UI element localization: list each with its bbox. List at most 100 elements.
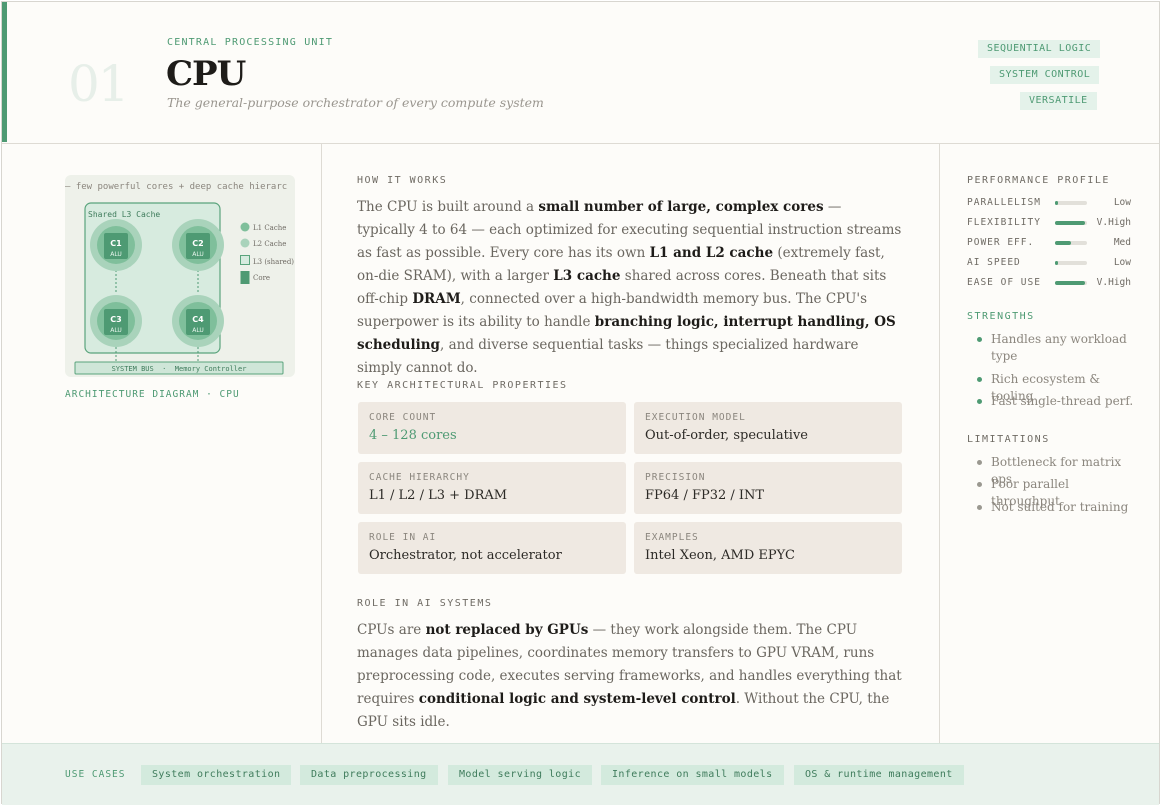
property-key: CORE COUNT [369, 412, 437, 423]
legend-l2-swatch [240, 238, 250, 248]
perf-track [1055, 201, 1087, 205]
properties-heading: KEY ARCHITECTURAL PROPERTIES [357, 380, 568, 391]
perf-track [1055, 261, 1087, 265]
core-name: C4 [192, 315, 204, 324]
property-value: Intel Xeon, AMD EPYC [645, 548, 795, 563]
tag-sequential-logic: SEQUENTIAL LOGIC [978, 40, 1101, 58]
perf-fill [1055, 261, 1058, 265]
legend-core-label: Core [253, 274, 270, 282]
property-value: L1 / L2 / L3 + DRAM [369, 488, 508, 503]
perf-fill [1055, 241, 1071, 245]
text-run-bold: small number of large, complex cores [538, 199, 824, 215]
property-key: EXECUTION MODEL [645, 412, 746, 423]
legend-l1-swatch [240, 222, 250, 232]
property-key: EXAMPLES [645, 532, 699, 543]
property-value: 4 – 128 cores [369, 428, 457, 443]
column-divider-left [321, 143, 322, 743]
accent-bar [2, 2, 7, 142]
property-key: CACHE HIERARCHY [369, 472, 470, 483]
l3-cache-label: Shared L3 Cache [88, 210, 160, 219]
legend-l3-swatch [240, 255, 250, 265]
use-cases-bar: USE CASES System orchestration Data prep… [2, 743, 1159, 805]
diagram-top-text: — few powerful cores + deep cache hierar… [65, 182, 287, 192]
performance-heading: PERFORMANCE PROFILE [967, 175, 1110, 186]
perf-row-flexibility: FLEXIBILITY V.High [967, 217, 1135, 231]
perf-level: Low [1113, 257, 1131, 268]
perf-level: V.High [1096, 217, 1131, 228]
page-title: CPU [166, 54, 246, 94]
core-c1: C1 ALU [90, 219, 142, 271]
perf-fill [1055, 281, 1086, 285]
limitation-text: Not suited for training [991, 500, 1129, 514]
bullet-icon [977, 460, 982, 465]
legend-l2-label: L2 Cache [253, 240, 286, 248]
perf-level: V.High [1096, 277, 1131, 288]
use-case-chip: Inference on small models [601, 765, 784, 785]
how-it-works-text: The CPU is built around a small number o… [357, 196, 902, 380]
text-run-bold: conditional logic and system-level contr… [418, 691, 736, 707]
bullet-icon [977, 377, 982, 382]
text-run-bold: not replaced by GPUs [425, 622, 589, 638]
core-c4: C4 ALU [172, 295, 224, 347]
text-run: CPUs are [357, 622, 426, 638]
page-eyebrow: CENTRAL PROCESSING UNIT [167, 37, 334, 48]
legend-l1-label: L1 Cache [253, 224, 286, 232]
bullet-icon [977, 482, 982, 487]
strength-item: Handles any workload type [977, 331, 1139, 365]
property-card: CORE COUNT 4 – 128 cores [358, 402, 626, 454]
use-case-chip: Model serving logic [448, 765, 592, 785]
perf-level: Med [1113, 237, 1131, 248]
property-value: Out-of-order, speculative [645, 428, 808, 443]
core-unit: ALU [192, 251, 204, 258]
perf-row-power-eff: POWER EFF. Med [967, 237, 1135, 251]
strength-text: Fast single-thread perf. [991, 394, 1134, 408]
core-c3: C3 ALU [90, 295, 142, 347]
perf-track [1055, 281, 1087, 285]
core-name: C2 [192, 239, 203, 248]
text-run-bold: L3 cache [553, 268, 621, 284]
role-text: CPUs are not replaced by GPUs — they wor… [357, 619, 902, 734]
limitation-item: Not suited for training [977, 499, 1139, 516]
perf-name: AI SPEED [967, 257, 1021, 268]
diagram-legend: L1 Cache L2 Cache L3 (shared) Core [240, 222, 294, 284]
bullet-icon [977, 337, 982, 342]
perf-row-ease-of-use: EASE OF USE V.High [967, 277, 1135, 291]
cpu-diagram-svg: — few powerful cores + deep cache hierar… [65, 182, 294, 375]
column-divider-right [939, 143, 940, 743]
property-card: ROLE IN AI Orchestrator, not accelerator [358, 522, 626, 574]
bullet-icon [977, 505, 982, 510]
section-number: 01 [68, 55, 130, 113]
text-run: The CPU is built around a [357, 199, 539, 215]
strength-text: Handles any workload type [991, 332, 1127, 363]
perf-level: Low [1113, 197, 1131, 208]
use-case-chip: System orchestration [141, 765, 292, 785]
text-run-bold: L1 and L2 cache [649, 245, 774, 261]
perf-fill [1055, 201, 1058, 205]
perf-name: PARALLELISM [967, 197, 1041, 208]
property-value: FP64 / FP32 / INT [645, 488, 765, 503]
use-case-chip: OS & runtime management [794, 765, 964, 785]
property-card: CACHE HIERARCHY L1 / L2 / L3 + DRAM [358, 462, 626, 514]
role-heading: ROLE IN AI SYSTEMS [357, 598, 493, 609]
legend-core-swatch [240, 271, 250, 284]
perf-track [1055, 221, 1087, 225]
use-case-chip: Data preprocessing [300, 765, 438, 785]
tag-versatile: VERSATILE [1020, 92, 1097, 110]
limitations-heading: LIMITATIONS [967, 434, 1050, 445]
property-key: ROLE IN AI [369, 532, 437, 543]
how-it-works-heading: HOW IT WORKS [357, 175, 448, 186]
core-unit: ALU [192, 327, 204, 334]
core-unit: ALU [110, 327, 122, 334]
perf-fill [1055, 221, 1086, 225]
perf-name: POWER EFF. [967, 237, 1035, 248]
use-cases-label: USE CASES [65, 769, 126, 780]
property-card: PRECISION FP64 / FP32 / INT [634, 462, 902, 514]
page-subtitle: The general-purpose orchestrator of ever… [167, 95, 544, 110]
legend-l3-label: L3 (shared) [253, 258, 294, 266]
perf-track [1055, 241, 1087, 245]
perf-name: EASE OF USE [967, 277, 1041, 288]
property-value: Orchestrator, not accelerator [369, 548, 562, 563]
perf-row-parallelism: PARALLELISM Low [967, 197, 1135, 211]
strengths-heading: STRENGTHS [967, 311, 1035, 322]
property-card: EXECUTION MODEL Out-of-order, speculativ… [634, 402, 902, 454]
